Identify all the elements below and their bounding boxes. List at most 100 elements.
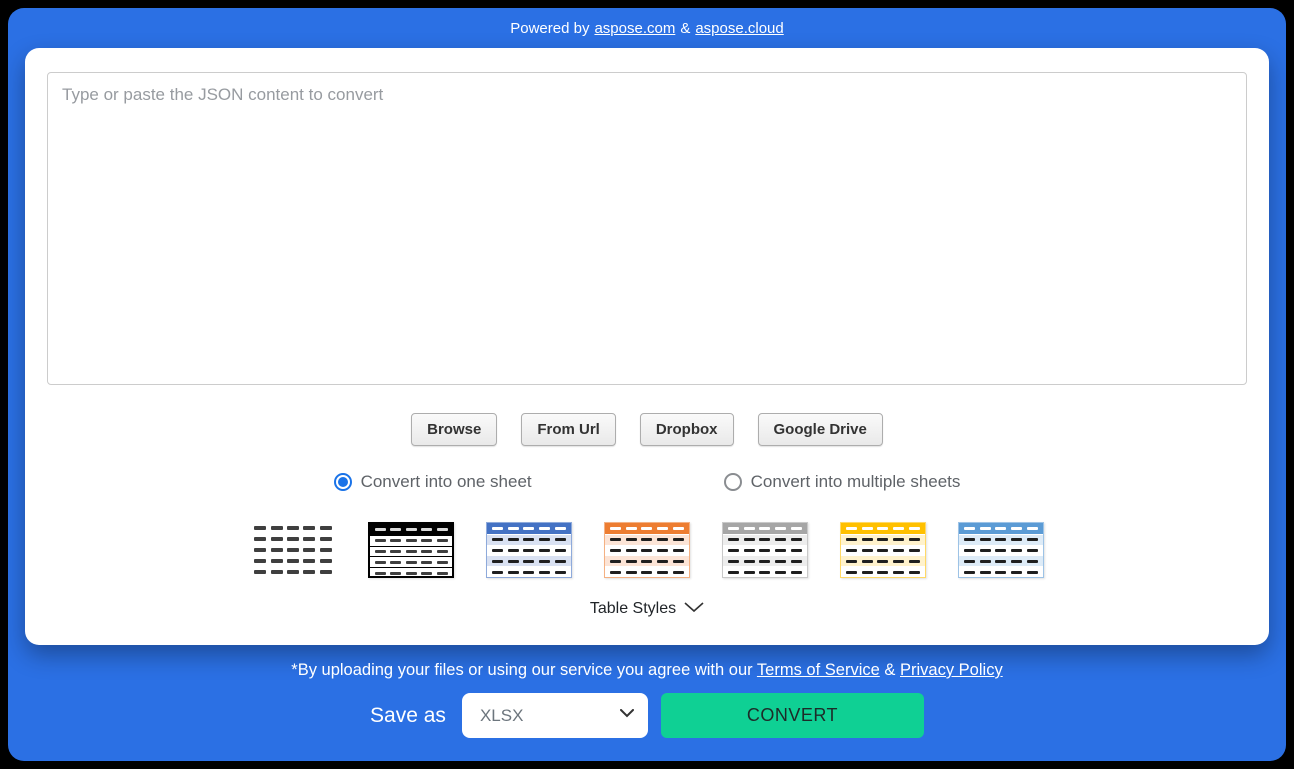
chevron-down-icon: [684, 600, 704, 618]
table-style-black[interactable]: [368, 522, 454, 578]
dash-mark: [862, 538, 873, 541]
dash-mark: [1011, 549, 1022, 552]
top-banner: Powered by aspose.com & aspose.cloud: [8, 8, 1286, 48]
dash-mark: [271, 548, 283, 552]
dash-mark: [421, 561, 432, 564]
radio-label: Convert into multiple sheets: [751, 472, 961, 492]
dash-mark: [523, 571, 534, 574]
dash-mark: [437, 528, 448, 531]
dash-mark: [728, 560, 739, 563]
dash-mark: [1011, 560, 1022, 563]
table-style-plain[interactable]: [250, 523, 336, 578]
dash-mark: [303, 548, 315, 552]
dash-mark: [320, 537, 332, 541]
ampersand-text: &: [680, 20, 690, 37]
dash-mark: [492, 538, 503, 541]
dash-mark: [728, 527, 739, 530]
thumb-body-row: [370, 567, 452, 578]
dash-mark: [893, 538, 904, 541]
json-input[interactable]: [47, 72, 1247, 385]
dash-mark: [375, 561, 386, 564]
dash-mark: [641, 527, 652, 530]
sheet-options-row: Convert into one sheet Convert into mult…: [47, 472, 1247, 492]
format-select[interactable]: XLSX: [462, 693, 648, 738]
thumb-body-row: [605, 566, 689, 577]
dash-mark: [437, 539, 448, 542]
thumb-body-row: [841, 534, 925, 545]
dash-mark: [421, 550, 432, 553]
dash-mark: [555, 549, 566, 552]
table-styles-toggle[interactable]: Table Styles: [47, 600, 1247, 618]
thumb-body-row: [605, 545, 689, 556]
dash-mark: [437, 572, 448, 575]
dash-mark: [492, 527, 503, 530]
dash-mark: [657, 538, 668, 541]
table-style-yellow[interactable]: [840, 522, 926, 578]
dash-mark: [759, 560, 770, 563]
dash-mark: [508, 527, 519, 530]
thumb-body-row: [723, 555, 807, 566]
dash-mark: [964, 549, 975, 552]
dash-mark: [610, 538, 621, 541]
dash-mark: [390, 550, 401, 553]
dash-mark: [437, 561, 448, 564]
dash-mark: [421, 539, 432, 542]
dash-mark: [626, 571, 637, 574]
dash-mark: [791, 527, 802, 530]
dash-mark: [287, 526, 299, 530]
table-style-orange[interactable]: [604, 522, 690, 578]
powered-by-text: Powered by: [510, 20, 589, 37]
radio-multiple-sheets[interactable]: Convert into multiple sheets: [724, 472, 961, 492]
dash-mark: [877, 571, 888, 574]
thumb-body-row: [487, 555, 571, 566]
dropbox-button[interactable]: Dropbox: [640, 413, 734, 446]
dash-mark: [1011, 527, 1022, 530]
thumb-body-row: [487, 534, 571, 545]
dash-mark: [271, 570, 283, 574]
table-style-blue[interactable]: [486, 522, 572, 578]
dash-mark: [406, 561, 417, 564]
table-style-gray[interactable]: [722, 522, 808, 578]
dash-mark: [626, 538, 637, 541]
from-url-button[interactable]: From Url: [521, 413, 616, 446]
dash-mark: [657, 560, 668, 563]
dash-mark: [626, 549, 637, 552]
dash-mark: [555, 560, 566, 563]
dash-mark: [641, 571, 652, 574]
dash-mark: [271, 526, 283, 530]
dash-mark: [523, 538, 534, 541]
dash-mark: [523, 560, 534, 563]
aspose-com-link[interactable]: aspose.com: [594, 20, 675, 37]
radio-circle[interactable]: [724, 473, 742, 491]
dash-mark: [673, 527, 684, 530]
table-style-light-blue[interactable]: [958, 522, 1044, 578]
dash-mark: [254, 537, 266, 541]
dash-mark: [320, 570, 332, 574]
dash-mark: [995, 527, 1006, 530]
dash-mark: [964, 571, 975, 574]
google-drive-button[interactable]: Google Drive: [758, 413, 883, 446]
dash-mark: [421, 528, 432, 531]
radio-one-sheet[interactable]: Convert into one sheet: [334, 472, 532, 492]
privacy-policy-link[interactable]: Privacy Policy: [900, 661, 1003, 679]
dash-mark: [995, 560, 1006, 563]
dash-mark: [1011, 571, 1022, 574]
dash-mark: [610, 571, 621, 574]
dash-mark: [846, 527, 857, 530]
dash-mark: [390, 528, 401, 531]
browse-button[interactable]: Browse: [411, 413, 497, 446]
dash-mark: [995, 571, 1006, 574]
aspose-cloud-link[interactable]: aspose.cloud: [695, 20, 783, 37]
dash-mark: [375, 528, 386, 531]
convert-button[interactable]: CONVERT: [661, 693, 924, 738]
thumb-body-row: [370, 535, 452, 546]
radio-circle[interactable]: [334, 473, 352, 491]
thumb-body-row: [959, 555, 1043, 566]
thumb-body-row: [250, 523, 336, 534]
dash-mark: [375, 539, 386, 542]
dash-mark: [964, 527, 975, 530]
dash-mark: [406, 550, 417, 553]
terms-of-service-link[interactable]: Terms of Service: [757, 661, 880, 679]
thumb-body-row: [250, 534, 336, 545]
dash-mark: [909, 571, 920, 574]
